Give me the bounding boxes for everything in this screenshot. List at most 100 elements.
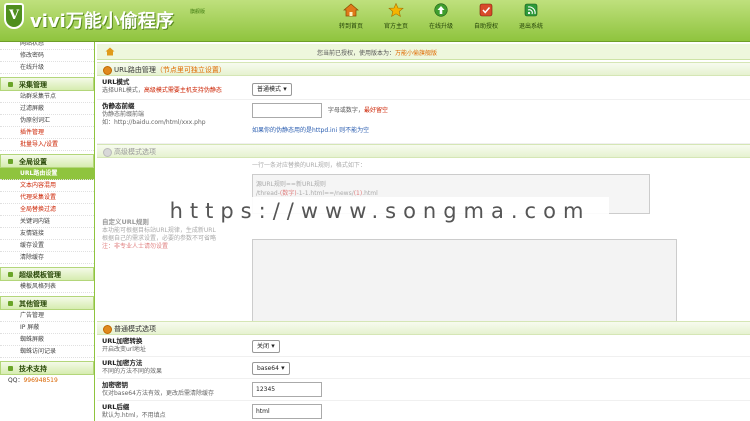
qq-number: 996948519 [23,377,58,384]
sidebar-group-header[interactable]: 技术支持 [0,361,94,375]
license-status: 您当前已授权，使用版本为：万能小偷旗舰版 [317,48,437,57]
static-prefix-hint: 字母或数字，最好留空 [328,107,388,114]
nav-label: 在线升级 [428,23,453,30]
nav-label: 退出系统 [518,23,543,30]
watermark: https://www.songma.com [151,197,609,225]
sidebar-item[interactable]: 伪原创词汇 [0,115,94,127]
hint-warning: 最好留空 [363,107,388,114]
field-desc: 选择URL模式， [102,87,144,94]
section-title: URL路由管理 [114,66,156,74]
nav-label: 自助授权 [473,23,498,30]
url-encrypt-select[interactable]: 关闭 [252,340,280,353]
field-title: 加密密钥 [102,381,128,389]
field-note: 注：非专业人士请勿设置 [102,243,169,250]
qq-contact: QQ：996948519 [0,375,94,387]
field-desc-2: 根据自己的需求设置，必要的参数不可省略 [102,235,217,242]
field-title: URL加密方法 [102,359,143,367]
authorize-icon [479,3,493,17]
logout-icon [524,3,538,17]
license-status-prefix: 您当前已授权，使用版本为： [317,50,396,57]
star-icon [388,3,404,17]
home-icon [343,3,359,17]
sidebar-item-change-password[interactable]: 修改密码 [0,50,94,62]
sidebar-item[interactable]: URL路由设置 [0,168,94,180]
row-encrypt-key: 加密密钥 仅对base64方法有效，更改后需清除缓存 12345 [97,379,750,401]
sidebar: 网站状态 修改密码 在线升级 采集管理 站群采集节点 过滤屏蔽 伪原创词汇 插件管理 批量… [0,42,95,421]
field-desc: 伪静态前缀前端 [102,111,145,118]
nav-logout[interactable]: 退出系统 [510,2,552,40]
sidebar-item[interactable]: 插件管理 [0,127,94,139]
sidebar-item[interactable]: 代理采集设置 [0,192,94,204]
home-icon[interactable] [105,47,115,56]
nav-official[interactable]: 官方主页 [375,2,417,40]
app-title: vivi万能小偷程序 [30,11,174,32]
row-static-prefix: 伪静态前缀 伪静态前缀前端 如：http://baidu.com/html/xx… [97,100,750,144]
license-version: 万能小偷旗舰版 [395,50,438,57]
rules-example-2-b: (数字) [279,190,297,197]
row-custom-url-rules: 自定义URL规则 本功能可根据目标站URL规律，生成新URL 根据自己的需求设置… [97,158,750,325]
url-mode-select[interactable]: 普通模式 [252,83,292,96]
field-title: 伪静态前缀 [102,102,135,110]
nav-label: 官方主页 [383,23,408,30]
field-title: URL后缀 [102,403,130,411]
section-title: 高级模式选项 [114,148,156,156]
field-title: URL加密转换 [102,337,143,345]
sidebar-item[interactable]: 友情链接 [0,228,94,240]
row-url-suffix: URL后缀 默认为.html，不用填点 html [97,401,750,421]
top-nav: 转到首页 官方主页 在线升级 自助授权 退出系统 [330,2,555,40]
sidebar-group-header[interactable]: 超级模板管理 [0,267,94,281]
rules-example-2-e: .html [362,190,378,197]
qq-label: QQ： [8,377,24,384]
row-url-encrypt: URL加密转换 开启改变url地址 关闭 [97,335,750,357]
sidebar-item[interactable]: 清除缓存 [0,252,94,264]
sidebar-item-site-status[interactable]: 网站状态 [0,42,94,50]
field-title: URL模式 [102,78,130,86]
rules-example-2-c: -1-1.html==/news/ [296,190,354,197]
nav-upgrade[interactable]: 在线升级 [420,2,462,40]
sidebar-item[interactable]: 文本内容混用 [0,180,94,192]
rules-example-1: 源URL规则==新URL规则 [256,181,326,188]
section-advanced-mode: 高级模式选项 [97,144,750,158]
sidebar-group-header[interactable]: 其他管理 [0,296,94,310]
sidebar-item[interactable]: 模板风格列表 [0,281,94,293]
rules-example-2-a: /thread- [256,190,280,197]
hint-text: 字母或数字， [327,107,364,114]
encrypt-key-input[interactable]: 12345 [252,382,322,397]
sidebar-item[interactable]: 蜘蛛屏蔽 [0,334,94,346]
sidebar-item[interactable]: 全局替换过滤 [0,204,94,216]
sidebar-item[interactable]: IP 屏蔽 [0,322,94,334]
section-normal-mode: 普通模式选项 [97,321,750,335]
field-desc-warning: 高级模式需要主机支持伪静态 [143,87,222,94]
sidebar-group-header[interactable]: 全局设置 [0,154,94,168]
nav-authorize[interactable]: 自助授权 [465,2,507,40]
sidebar-item[interactable]: 批量导入/设置 [0,139,94,151]
encrypt-method-select[interactable]: base64 [252,362,290,375]
nav-home[interactable]: 转到首页 [330,2,372,40]
sidebar-item[interactable]: 过滤屏蔽 [0,103,94,115]
app-version: 旗舰版 [190,9,206,15]
sidebar-item[interactable]: 缓存设置 [0,240,94,252]
nav-label: 转到首页 [338,23,363,30]
sidebar-item-online-upgrade[interactable]: 在线升级 [0,62,94,74]
field-desc: 开启改变url地址 [102,346,146,353]
url-suffix-input[interactable]: html [252,404,322,419]
main-content: URL路由管理（节点里可独立设置） URL模式 选择URL模式，高级模式需要主机… [97,62,750,421]
sidebar-item[interactable]: 站群采集节点 [0,91,94,103]
field-desc: 仅对base64方法有效，更改后需清除缓存 [102,390,214,397]
static-prefix-input[interactable] [252,103,322,118]
rules-example-2-d: (1) [353,190,363,197]
sidebar-item[interactable]: 广告管理 [0,310,94,322]
sidebar-item[interactable]: 关键词内链 [0,216,94,228]
field-desc: 本功能可根据目标站URL规律，生成新URL [102,227,216,234]
row-url-mode: URL模式 选择URL模式，高级模式需要主机支持伪静态 普通模式 [97,76,750,100]
rules-hint: 一行一条对应替换的URL规则，格式如下： [252,162,366,169]
static-prefix-note: 如果你的伪静态用的是httpd.ini 则不能为空 [252,127,370,134]
upgrade-arrow-icon [434,3,448,17]
field-desc: 默认为.html，不用填点 [102,412,166,419]
section-note: （节点里可独立设置） [155,66,226,74]
sidebar-group-header[interactable]: 采集管理 [0,77,94,91]
field-title: 自定义URL规则 [102,218,149,226]
custom-url-rules-textarea[interactable] [252,239,677,325]
field-example: 如：http://baidu.com/html/xxx.php [102,119,206,126]
sidebar-item[interactable]: 蜘蛛访问记录 [0,346,94,358]
